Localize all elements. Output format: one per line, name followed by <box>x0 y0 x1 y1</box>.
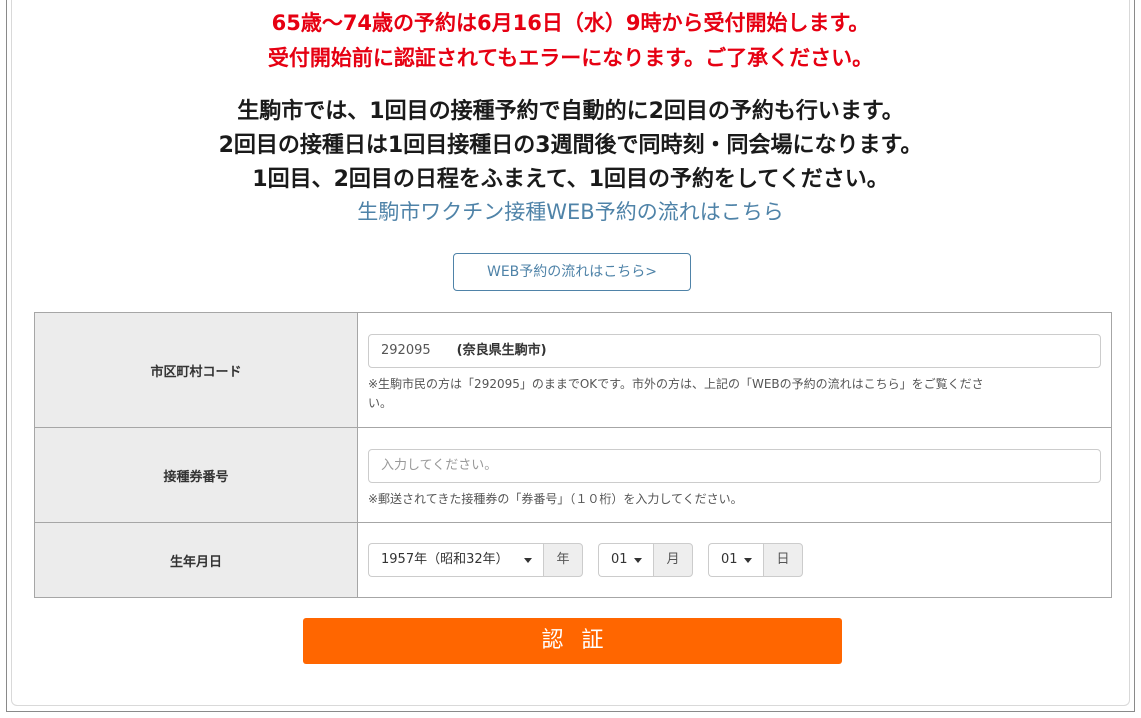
municipality-field-cell: 292095 (奈良県生駒市) ※生駒市民の方は「292095」のままでOKです。… <box>357 312 1112 428</box>
birth-day-unit: 日 <box>763 543 803 577</box>
ticket-number-input[interactable]: 入力してください。 <box>368 449 1101 483</box>
ticket-number-placeholder: 入力してください。 <box>381 458 498 473</box>
municipality-help-line-2: い。 <box>368 396 393 410</box>
ticket-label: 接種券番号 <box>34 427 358 523</box>
birth-year-unit: 年 <box>543 543 583 577</box>
birthdate-field-cell: 1957年（昭和32年） 年 01 月 01 日 <box>357 522 1112 598</box>
birthdate-row: 生年月日 1957年（昭和32年） 年 01 月 01 日 <box>34 522 1112 598</box>
municipality-label: 市区町村コード <box>34 312 358 428</box>
ticket-field-cell: 入力してください。 ※郵送されてきた接種券の「券番号」（１０桁）を入力してくださ… <box>357 427 1112 523</box>
birthdate-selectors: 1957年（昭和32年） 年 01 月 01 日 <box>368 543 1101 577</box>
ticket-row: 接種券番号 入力してください。 ※郵送されてきた接種券の「券番号」（１０桁）を入… <box>34 427 1112 523</box>
chevron-down-icon <box>524 558 532 563</box>
birth-day-value: 01 <box>721 552 738 567</box>
notice-start-date: 65歳～74歳の予約は6月16日（水）9時から受付開始します。 <box>271 11 870 35</box>
chevron-down-icon <box>634 558 642 563</box>
birth-month-value: 01 <box>611 552 628 567</box>
notice-second-dose-auto: 生駒市では、1回目の接種予約で自動的に2回目の予約も行います。 <box>237 99 904 124</box>
chevron-down-icon <box>744 558 752 563</box>
municipality-help-line-1: ※生駒市民の方は「292095」のままでOKです。市外の方は、上記の「WEBの予… <box>368 377 984 391</box>
municipality-help: ※生駒市民の方は「292095」のままでOKです。市外の方は、上記の「WEBの予… <box>368 375 1101 413</box>
municipality-name: (奈良県生駒市) <box>456 343 547 358</box>
municipality-row: 市区町村コード 292095 (奈良県生駒市) ※生駒市民の方は「292095」の… <box>34 312 1112 428</box>
municipality-code-value: 292095 <box>381 343 431 358</box>
municipality-code-input[interactable]: 292095 (奈良県生駒市) <box>368 334 1101 368</box>
birth-year-value: 1957年（昭和32年） <box>381 552 509 567</box>
birthdate-label: 生年月日 <box>34 522 358 598</box>
birth-year-select[interactable]: 1957年（昭和32年） <box>368 543 543 577</box>
notice-second-dose-timing: 2回目の接種日は1回目接種日の3週間後で同時刻・同会場になります。 <box>218 133 923 158</box>
flow-guide-button[interactable]: WEB予約の流れはこちら> <box>453 253 691 291</box>
birth-month-unit: 月 <box>653 543 693 577</box>
birth-day-select[interactable]: 01 <box>708 543 763 577</box>
authenticate-button[interactable]: 認証 <box>303 618 842 664</box>
notice-schedule-advice: 1回目、2回目の日程をふまえて、1回目の予約をしてください。 <box>252 167 889 192</box>
notice-error-warning: 受付開始前に認証されてもエラーになります。ご了承ください。 <box>267 46 874 70</box>
birth-month-select[interactable]: 01 <box>598 543 653 577</box>
auth-form-table: 市区町村コード 292095 (奈良県生駒市) ※生駒市民の方は「292095」の… <box>34 312 1112 598</box>
flow-guide-link[interactable]: 生駒市ワクチン接種WEB予約の流れはこちら <box>0 198 1141 226</box>
ticket-help: ※郵送されてきた接種券の「券番号」（１０桁）を入力してください。 <box>368 492 743 506</box>
